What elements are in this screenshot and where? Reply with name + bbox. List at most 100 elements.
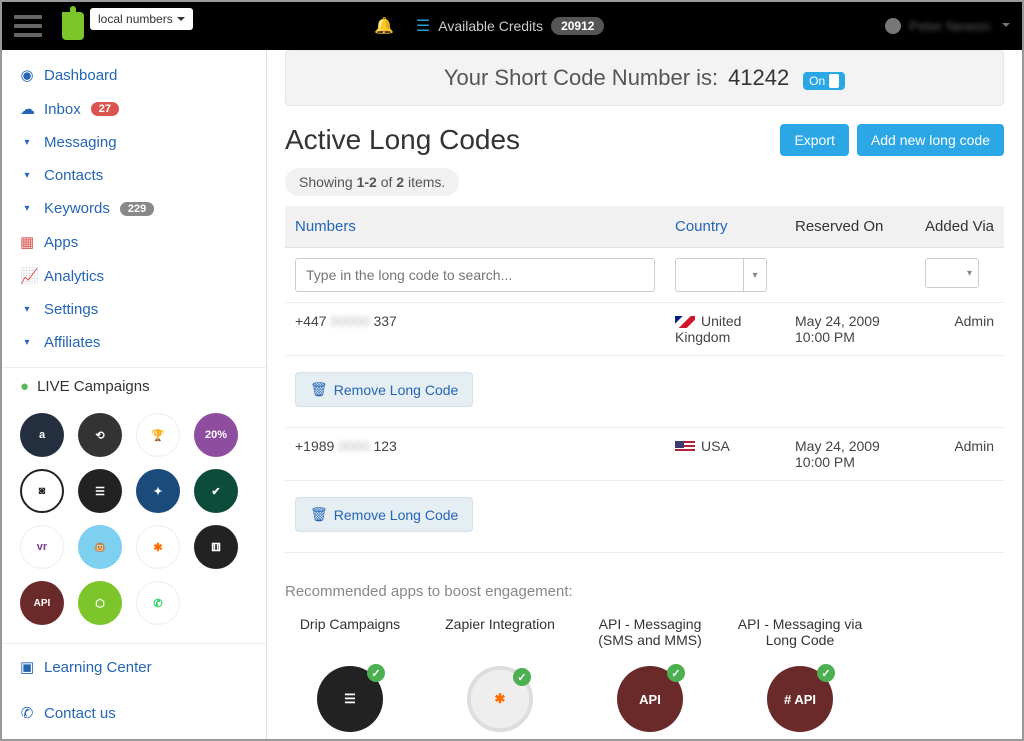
reserved-on: May 24, 2009 10:00 PM [785,428,915,481]
app-icon: ☰✓ [317,666,383,732]
learning-label: Learning Center [44,659,152,676]
remove-long-code-button[interactable]: 🗑Remove Long Code [295,497,473,532]
user-menu[interactable]: Peter Newon [885,18,1010,34]
nav-label: Dashboard [44,67,117,84]
top-center: 🔔 ☰ Available Credits 20912 [374,16,604,36]
added-via: Admin [915,428,1004,481]
logo-icon[interactable] [62,12,84,40]
app-name: API - Messaging (SMS and MMS) [585,616,715,656]
filter-row: ▾ ▾ [285,248,1004,303]
campaign-app-icon[interactable]: 🏆 [136,413,180,457]
campaign-app-icon[interactable]: API [20,581,64,625]
chevron-down-icon [998,18,1010,34]
campaign-app-icon[interactable]: ⬡ [78,581,122,625]
table-row: +44700000337 United Kingdom May 24, 2009… [285,303,1004,356]
nav-inbox[interactable]: ☁ Inbox 27 [2,92,266,126]
campaign-app-icon[interactable]: ☰ [78,469,122,513]
campaign-app-icon[interactable]: ◙ [20,469,64,513]
campaign-app-icon[interactable]: ✱ [136,525,180,569]
search-input[interactable] [295,258,655,292]
country-select[interactable]: ▾ [675,258,775,292]
campaign-app-icon[interactable]: ✔ [194,469,238,513]
app-card[interactable]: Zapier Integration ✱✓ [435,616,565,732]
live-label: LIVE Campaigns [37,378,150,395]
nav-affiliates[interactable]: ▾ Affiliates [2,326,266,359]
caret-down-icon: ▾ [20,337,34,348]
app-card[interactable]: Drip Campaigns ☰✓ [285,616,415,732]
nav-dashboard[interactable]: ◉Dashboard [2,58,266,92]
app-card[interactable]: API - Messaging (SMS and MMS) API✓ [585,616,715,732]
campaign-app-icon[interactable]: ⚅ [194,525,238,569]
chart-icon: 📈 [20,267,34,285]
trash-icon: 🗑 [310,381,328,398]
credits-label: Available Credits [438,18,543,34]
shortcode-toggle[interactable]: On [803,72,845,90]
campaign-apps-grid: a ⟲ 🏆 20% ◙ ☰ ✦ ✔ vr 🐵 ✱ ⚅ API ⬡ ✆ [2,405,266,643]
page-title: Active Long Codes [285,124,520,156]
check-icon: ✓ [367,664,385,682]
campaign-app-icon[interactable]: ✆ [136,581,180,625]
added-via: Admin [915,303,1004,356]
flag-us-icon [675,441,695,453]
nav-label: Affiliates [44,334,100,351]
recommend-title: Recommended apps to boost engagement: [285,583,1004,600]
nav-contacts[interactable]: ▾Contacts [2,159,266,192]
nav-label: Apps [44,234,78,251]
nav-settings[interactable]: ▾Settings [2,293,266,326]
campaign-app-icon[interactable]: ⟲ [78,413,122,457]
added-via-select[interactable]: ▾ [925,258,979,288]
col-added: Added Via [915,206,1004,248]
number-suffix: 123 [373,438,396,454]
contact-label: Contact us [44,705,116,722]
live-campaigns-heading: ●LIVE Campaigns [2,367,266,405]
check-icon: ✓ [817,664,835,682]
col-numbers[interactable]: Numbers [285,206,665,248]
check-icon: ✓ [513,668,531,686]
reserved-on: May 24, 2009 10:00 PM [785,303,915,356]
add-long-code-button[interactable]: Add new long code [857,124,1004,156]
number-suffix: 337 [373,313,396,329]
contact-us-link[interactable]: ✆Contact us [2,690,266,736]
app-name: Zapier Integration [435,616,565,656]
nav-messaging[interactable]: ▾Messaging [2,126,266,159]
campaign-app-icon[interactable]: vr [20,525,64,569]
caret-down-icon: ▾ [20,170,34,181]
number-prefix: +1989 [295,438,334,454]
campaign-app-icon[interactable]: 20% [194,413,238,457]
credits-badge: 20912 [551,17,604,35]
nav-label: Messaging [44,134,117,151]
nav-analytics[interactable]: 📈Analytics [2,259,266,293]
caret-down-icon: ▾ [20,203,34,214]
nav-keywords[interactable]: ▾ Keywords 229 [2,192,266,225]
campaign-app-icon[interactable]: a [20,413,64,457]
showing-count: Showing 1-2 of 2 items. [285,168,459,196]
check-icon: ✓ [667,664,685,682]
caret-down-icon: ▾ [20,304,34,315]
table-row: +19890000123 USA May 24, 2009 10:00 PM A… [285,428,1004,481]
book-icon: ▣ [20,658,34,676]
remove-long-code-button[interactable]: 🗑Remove Long Code [295,372,473,407]
menu-toggle-icon[interactable] [14,15,42,37]
export-button[interactable]: Export [780,124,848,156]
keywords-badge: 229 [120,202,154,216]
app-card[interactable]: API - Messaging via Long Code # API✓ [735,616,865,732]
campaign-app-icon[interactable]: ✦ [136,469,180,513]
shortcode-banner: Your Short Code Number is: 41242 On [285,50,1004,106]
nav-label: Inbox [44,101,81,118]
app-name: API - Messaging via Long Code [735,616,865,656]
inbox-badge: 27 [91,102,119,116]
campaign-app-icon[interactable]: 🐵 [78,525,122,569]
username: Peter Newon [909,18,990,34]
nav-apps[interactable]: ▦Apps [2,225,266,259]
local-numbers-label: local numbers [98,12,173,26]
lock-icon [885,18,901,34]
col-country[interactable]: Country [665,206,785,248]
inbox-icon: ☁ [20,100,34,118]
shortcode-title: Your Short Code Number is: [444,65,718,90]
learning-center-link[interactable]: ▣ Learning Center [2,644,266,690]
nav-label: Keywords [44,200,110,217]
notification-bell-icon[interactable]: 🔔 [374,16,394,36]
local-numbers-dropdown[interactable]: local numbers [90,8,193,30]
long-codes-table: Numbers Country Reserved On Added Via ▾ … [285,206,1004,553]
recommended-apps: Recommended apps to boost engagement: Dr… [285,583,1004,732]
